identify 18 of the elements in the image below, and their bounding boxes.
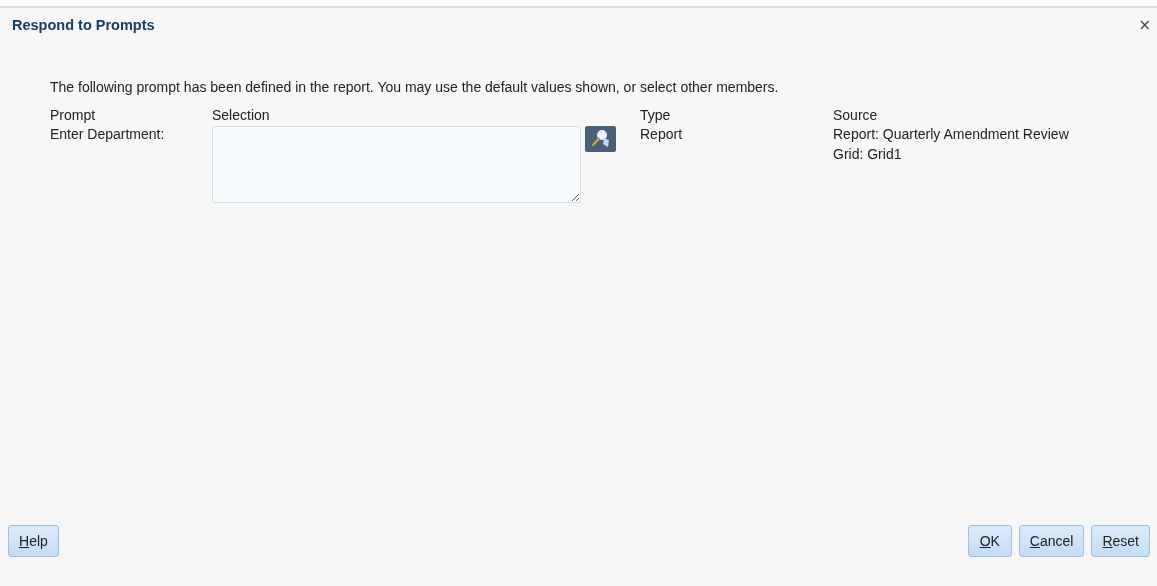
column-header: Selection [212,107,271,123]
type-label: Report [640,126,684,144]
magnifier-icon [589,129,612,149]
source-text: Grid: Grid1 [833,146,903,162]
column-header: Type [640,107,672,123]
dialog-button[interactable]: Reset [1091,525,1150,557]
selection-field[interactable] [212,126,581,203]
instruction-text: The following prompt has been defined in the report. You may use the default values shown, or select other members. [50,79,780,95]
dialog-button[interactable]: OK [967,525,1012,557]
dialog-button[interactable]: Cancel [1018,525,1085,557]
dialog-title: Respond to Prompts [12,17,155,33]
prompt-label: Enter Department: [50,126,166,144]
dialog-button[interactable]: Help [8,525,59,557]
close-button[interactable]: × [1136,16,1153,34]
member-selector-button[interactable] [585,126,616,152]
source-text: Report: Quarterly Amendment Review [833,126,1070,142]
column-header: Source [833,107,879,123]
column-header: Prompt [50,107,97,123]
